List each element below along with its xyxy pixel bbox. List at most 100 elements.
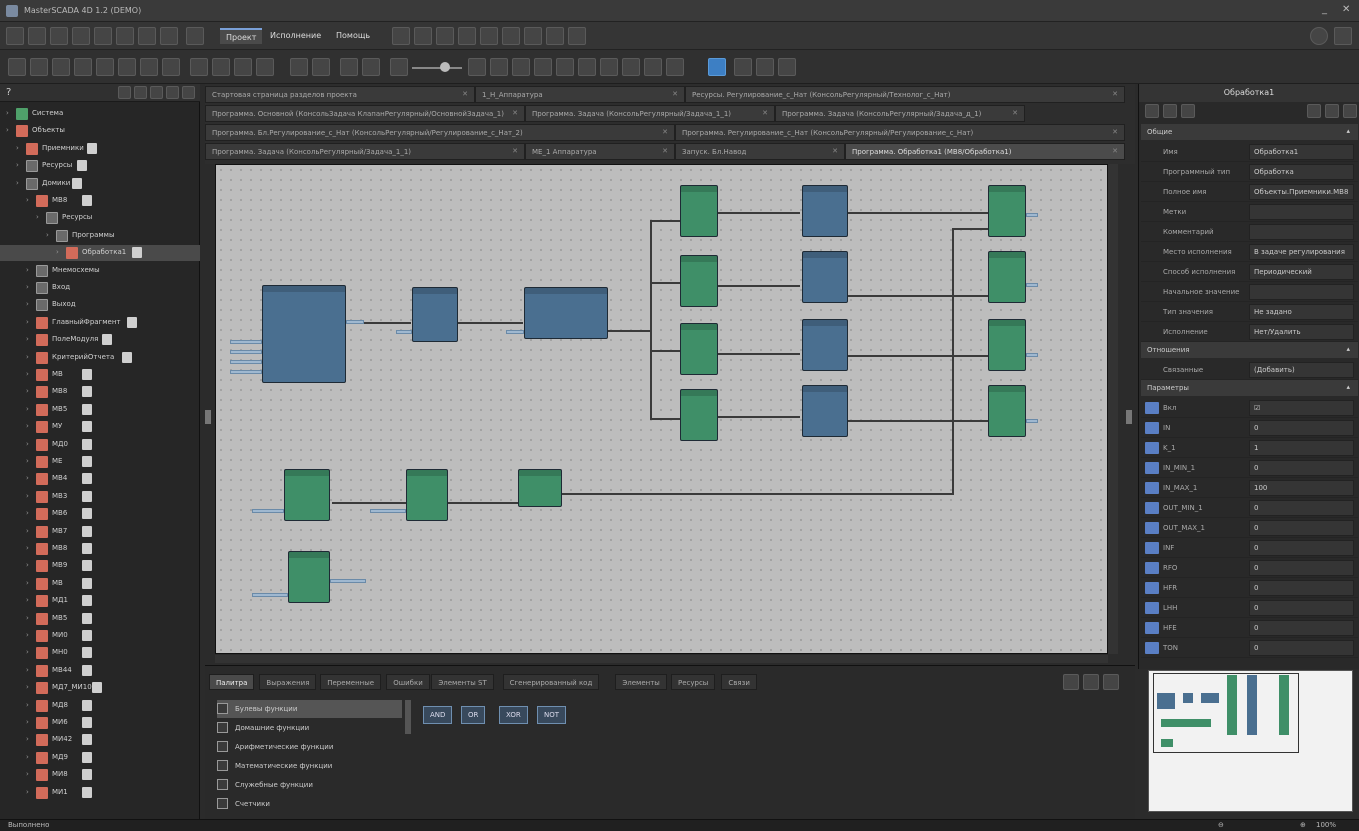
property-value[interactable]: 0 — [1249, 540, 1354, 556]
tree-item[interactable]: › МУ — [0, 419, 200, 435]
close-button[interactable]: ✕ — [1342, 4, 1350, 15]
tree-item[interactable]: › МИ0 — [0, 628, 200, 644]
tree-item[interactable]: › МВ6 — [0, 506, 200, 522]
minimap-viewport[interactable] — [1153, 673, 1299, 753]
tree-item[interactable]: › МД1 — [0, 593, 200, 609]
tab-runtime[interactable]: Исполнение — [264, 28, 327, 44]
link-icon[interactable] — [414, 27, 432, 45]
document-icon[interactable] — [82, 508, 92, 520]
chevron-right-icon[interactable]: › — [26, 770, 29, 778]
close-tab-icon[interactable]: ✕ — [762, 109, 768, 117]
property-value[interactable]: 0 — [1249, 640, 1354, 656]
function-block[interactable] — [802, 319, 848, 371]
same-size-icon[interactable] — [666, 58, 684, 76]
help-icon[interactable]: ? — [6, 87, 11, 98]
view-icon[interactable] — [1343, 104, 1357, 118]
delete-icon[interactable] — [118, 58, 136, 76]
list-icon[interactable] — [778, 58, 796, 76]
wire[interactable] — [848, 420, 988, 422]
collapse-left-icon[interactable] — [205, 410, 211, 424]
tree-item[interactable]: › МЕ — [0, 454, 200, 470]
document-icon[interactable] — [82, 438, 92, 450]
input-pin[interactable] — [230, 350, 262, 354]
input-pin[interactable] — [230, 370, 262, 374]
sort-icon[interactable] — [1163, 104, 1177, 118]
chevron-right-icon[interactable]: › — [26, 370, 29, 378]
tree-item[interactable]: › Домики — [0, 176, 200, 192]
function-block[interactable] — [524, 287, 608, 339]
document-icon[interactable] — [82, 751, 92, 763]
document-icon[interactable] — [92, 682, 102, 694]
zoom-slider-thumb[interactable] — [440, 62, 450, 72]
chevron-right-icon[interactable]: › — [26, 544, 29, 552]
same-width-icon[interactable] — [622, 58, 640, 76]
comment-icon[interactable] — [256, 58, 274, 76]
paste-icon[interactable] — [96, 58, 114, 76]
property-value[interactable]: 0 — [1249, 520, 1354, 536]
input-pin[interactable] — [506, 330, 524, 334]
property-value[interactable]: Обработка1 — [1249, 144, 1354, 160]
tree-item[interactable]: › МИ1 — [0, 785, 200, 801]
document-icon[interactable] — [82, 473, 92, 485]
chevron-right-icon[interactable]: › — [26, 753, 29, 761]
library-item[interactable]: Счетчики — [217, 795, 402, 813]
align-right-icon[interactable] — [362, 58, 380, 76]
property-value[interactable]: Объекты.Приемники.МВ8 — [1249, 184, 1354, 200]
wire[interactable] — [848, 295, 988, 297]
tree-item[interactable]: › МВ5 — [0, 611, 200, 627]
chevron-right-icon[interactable]: › — [26, 283, 29, 291]
chevron-right-icon[interactable]: › — [26, 440, 29, 448]
chevron-right-icon[interactable]: › — [26, 422, 29, 430]
property-value[interactable]: 1 — [1249, 440, 1354, 456]
tree-item[interactable]: › Ресурсы — [0, 158, 200, 174]
function-block[interactable] — [262, 285, 346, 383]
chevron-right-icon[interactable]: › — [46, 231, 49, 239]
property-section[interactable]: Общие ▴ — [1141, 124, 1358, 140]
tree-item[interactable]: › МВ8 — [0, 193, 200, 209]
chevron-right-icon[interactable]: › — [26, 596, 29, 604]
view-icon[interactable] — [1325, 104, 1339, 118]
canvas-vertical-scrollbar[interactable] — [1108, 164, 1118, 654]
function-block[interactable] — [680, 389, 718, 441]
refresh-icon[interactable] — [182, 86, 195, 99]
chevron-right-icon[interactable]: › — [26, 666, 29, 674]
input-pin[interactable] — [396, 330, 412, 334]
chevron-right-icon[interactable]: › — [26, 196, 29, 204]
document-icon[interactable] — [77, 160, 87, 172]
same-height-icon[interactable] — [644, 58, 662, 76]
tree-item[interactable]: › Система — [0, 106, 200, 122]
property-section[interactable]: Параметры ▴ — [1141, 380, 1358, 396]
save-all-icon[interactable] — [72, 27, 90, 45]
document-icon[interactable] — [82, 577, 92, 589]
canvas-horizontal-scrollbar[interactable] — [215, 655, 1108, 663]
close-tab-icon[interactable]: ✕ — [1112, 128, 1118, 136]
split-icon[interactable] — [524, 27, 542, 45]
chevron-right-icon[interactable]: › — [26, 318, 29, 326]
collapse-icon[interactable]: ▴ — [1346, 127, 1350, 135]
chevron-right-icon[interactable]: › — [16, 161, 19, 169]
property-value[interactable]: Не задано — [1249, 304, 1354, 320]
category-icon[interactable] — [1181, 104, 1195, 118]
save-icon[interactable] — [50, 27, 68, 45]
tree-item[interactable]: › Мнемосхемы — [0, 263, 200, 279]
function-block[interactable] — [988, 185, 1026, 237]
find-icon[interactable] — [140, 58, 158, 76]
library-item[interactable]: Математические функции — [217, 757, 402, 775]
output-pin[interactable] — [1026, 283, 1038, 287]
collapse-right-icon[interactable] — [1126, 410, 1132, 424]
chevron-right-icon[interactable]: › — [26, 405, 29, 413]
wire[interactable] — [848, 355, 988, 357]
input-pin[interactable] — [370, 509, 406, 513]
expand-icon[interactable] — [134, 86, 147, 99]
chevron-right-icon[interactable]: › — [6, 126, 9, 134]
chevron-right-icon[interactable]: › — [26, 509, 29, 517]
library-item[interactable]: Служебные функции — [217, 776, 402, 794]
document-tab[interactable]: Запуск. Бл.Навод ✕ — [675, 143, 845, 160]
function-block[interactable] — [680, 255, 718, 307]
tree-item[interactable]: › Объекты — [0, 123, 200, 139]
property-value[interactable]: Обработка — [1249, 164, 1354, 180]
align-icon[interactable] — [392, 27, 410, 45]
library-scrollbar[interactable] — [405, 700, 411, 734]
close-tab-icon[interactable]: ✕ — [662, 147, 668, 155]
cut-icon[interactable] — [74, 58, 92, 76]
